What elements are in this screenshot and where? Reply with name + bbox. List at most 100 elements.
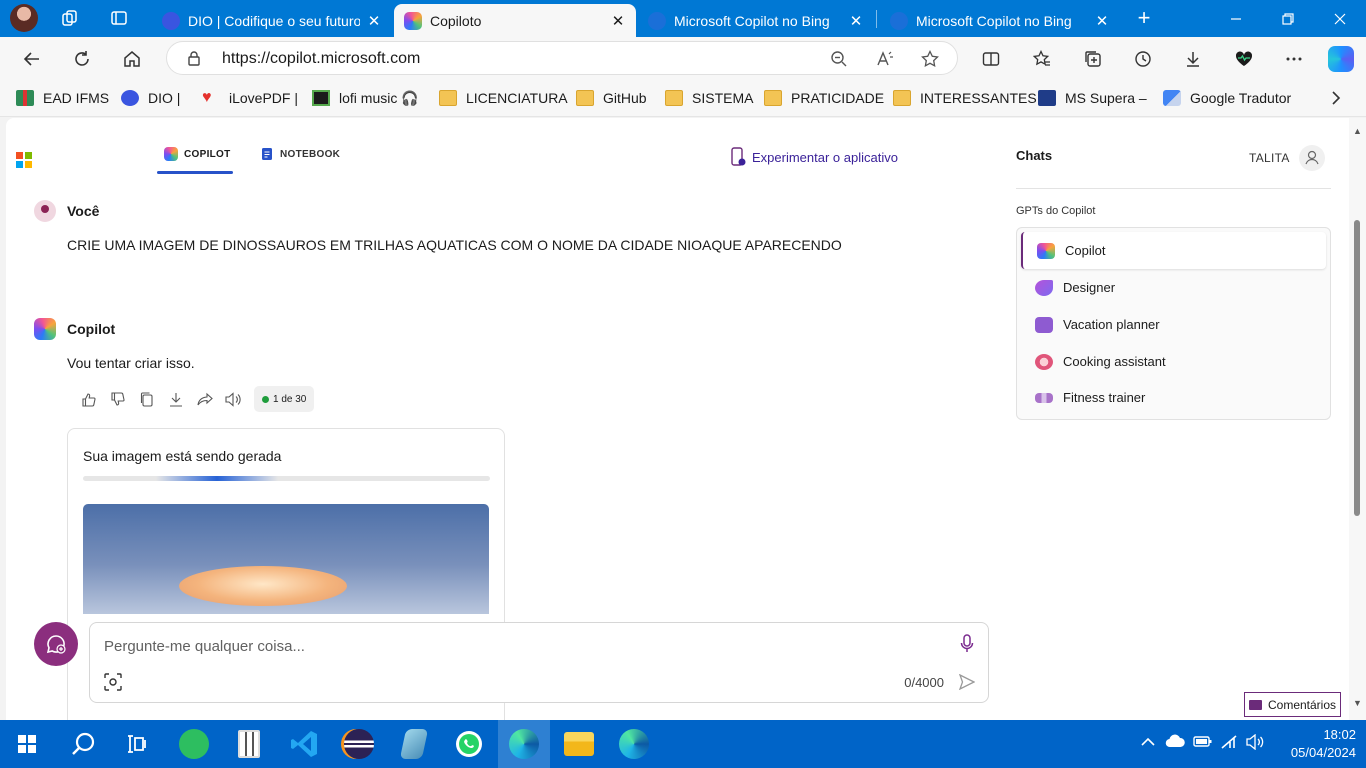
taskbar-app-notes[interactable] (388, 720, 440, 768)
back-button[interactable] (17, 45, 47, 73)
onedrive-cloud-icon[interactable] (1165, 734, 1185, 751)
battery-icon[interactable] (1193, 734, 1213, 751)
vertical-tabs-icon[interactable] (109, 8, 129, 28)
workspaces-icon[interactable] (60, 8, 80, 28)
search-button[interactable] (57, 720, 109, 768)
taskbar-app-edge-profile[interactable] (498, 720, 550, 768)
tab-copilot-bing-2[interactable]: Microsoft Copilot no Bing ✕ (880, 4, 1120, 37)
signed-in-user-name[interactable]: TALITA (1249, 151, 1290, 165)
taskbar-app-calculator[interactable] (223, 720, 275, 768)
turn-counter-badge: 1 de 30 (254, 386, 315, 412)
tab-title: Copiloto (430, 12, 482, 29)
copilot-sidebar-button[interactable] (1326, 45, 1356, 73)
page-scrollbar[interactable]: ▲ ▼ (1349, 118, 1366, 720)
volume-icon[interactable] (1246, 733, 1266, 753)
wifi-icon[interactable] (1220, 734, 1238, 753)
taskbar-app-edge[interactable] (608, 720, 660, 768)
bookmark-dio[interactable]: DIO | (121, 88, 180, 108)
message-actions: 1 de 30 (74, 386, 315, 412)
notes-icon (399, 729, 429, 759)
taskbar-app-file-explorer[interactable] (553, 720, 605, 768)
thumbs-down-icon[interactable] (103, 386, 132, 412)
chat-input[interactable] (104, 634, 944, 658)
taskbar-app-evernote[interactable] (168, 720, 220, 768)
visual-search-icon[interactable] (104, 673, 122, 691)
taskbar-app-eclipse[interactable] (333, 720, 385, 768)
close-window-button[interactable] (1314, 0, 1366, 37)
microphone-icon[interactable] (958, 633, 976, 655)
gpt-label: Cooking assistant (1063, 354, 1166, 369)
task-view-button[interactable] (111, 720, 163, 768)
new-tab-button[interactable]: + (1134, 5, 1154, 30)
tab-copiloto[interactable]: Copiloto ✕ (394, 4, 636, 37)
bookmark-folder-licenciatura[interactable]: LICENCIATURA (439, 88, 568, 108)
bookmark-folder-interessantes[interactable]: INTERESSANTES (893, 88, 1037, 108)
scrollbar-thumb[interactable] (1354, 220, 1360, 516)
refresh-button[interactable] (67, 45, 97, 73)
tab-copilot-bing-1[interactable]: Microsoft Copilot no Bing ✕ (638, 4, 874, 37)
home-button[interactable] (117, 45, 147, 73)
tab-dio[interactable]: DIO | Codifique o seu futuro ✕ (152, 4, 392, 37)
settings-more-button[interactable] (1279, 45, 1309, 73)
thumbs-up-icon[interactable] (74, 386, 103, 412)
zoom-out-icon[interactable] (828, 48, 850, 70)
whatsapp-icon (456, 731, 482, 757)
bookmark-ms-supera[interactable]: MS Supera – (1038, 88, 1147, 108)
favorites-button[interactable] (1027, 45, 1057, 73)
gpt-label: Fitness trainer (1063, 390, 1146, 405)
minimize-button[interactable] (1210, 0, 1262, 37)
url-text[interactable]: https://copilot.microsoft.com (222, 50, 420, 68)
bookmark-lofi-music[interactable]: lofi music 🎧 (312, 88, 419, 108)
show-hidden-icons-chevron-icon[interactable] (1141, 734, 1155, 750)
bookmark-ead-ifms[interactable]: EAD IFMS (16, 88, 109, 108)
chat-input-box: 0/4000 (89, 622, 989, 703)
bookmark-folder-github[interactable]: GitHub (576, 88, 647, 108)
comment-icon (1248, 699, 1262, 710)
taskbar-app-vscode[interactable] (278, 720, 330, 768)
restore-button[interactable] (1262, 0, 1314, 37)
send-icon[interactable] (958, 673, 976, 691)
tab-copilot[interactable]: COPILOT (164, 147, 231, 161)
copy-icon[interactable] (132, 386, 161, 412)
start-button[interactable] (1, 720, 53, 768)
lock-icon[interactable] (187, 50, 201, 66)
scroll-down-arrow-icon[interactable]: ▼ (1352, 698, 1363, 708)
close-tab-icon[interactable]: ✕ (848, 12, 864, 30)
new-topic-button[interactable] (34, 622, 78, 666)
gpt-item-fitness-trainer[interactable]: Fitness trainer (1021, 379, 1326, 416)
close-tab-icon[interactable]: ✕ (366, 12, 382, 30)
gpt-item-designer[interactable]: Designer (1021, 269, 1326, 306)
gpt-item-vacation-planner[interactable]: Vacation planner (1021, 306, 1326, 343)
favorite-star-icon[interactable] (919, 48, 941, 70)
history-button[interactable] (1128, 45, 1158, 73)
browser-essentials-button[interactable] (1229, 45, 1259, 73)
share-icon[interactable] (190, 386, 219, 412)
feedback-button[interactable]: Comentários (1244, 692, 1341, 717)
bookmark-folder-sistema[interactable]: SISTEMA (665, 88, 753, 108)
microsoft-logo-icon[interactable] (16, 152, 32, 168)
gpts-list: Copilot Designer Vacation planner Cookin… (1016, 227, 1331, 420)
read-aloud-speaker-icon[interactable] (219, 386, 248, 412)
user-avatar-icon (34, 200, 56, 222)
tab-notebook[interactable]: NOTEBOOK (261, 147, 340, 161)
try-app-link[interactable]: Experimentar o aplicativo (730, 147, 898, 167)
close-tab-icon[interactable]: ✕ (610, 12, 626, 30)
bookmark-ilovepdf[interactable]: ♥ iLovePDF | (202, 88, 298, 108)
address-bar[interactable]: https://copilot.microsoft.com (166, 41, 958, 75)
export-download-icon[interactable] (161, 386, 190, 412)
split-screen-button[interactable] (976, 45, 1006, 73)
bookmark-folder-praticidade[interactable]: PRATICIDADE (764, 88, 884, 108)
gpt-item-cooking-assistant[interactable]: Cooking assistant (1021, 343, 1326, 380)
close-tab-icon[interactable]: ✕ (1094, 12, 1110, 30)
profile-avatar[interactable] (10, 4, 38, 32)
collections-button[interactable] (1078, 45, 1108, 73)
downloads-button[interactable] (1178, 45, 1208, 73)
taskbar-app-whatsapp[interactable] (443, 720, 495, 768)
gpt-item-copilot[interactable]: Copilot (1021, 232, 1326, 269)
bookmarks-overflow-chevron-icon[interactable] (1330, 88, 1342, 108)
read-aloud-icon[interactable] (874, 48, 896, 70)
scroll-up-arrow-icon[interactable]: ▲ (1352, 126, 1363, 136)
user-profile-icon[interactable] (1299, 145, 1325, 171)
taskbar-clock[interactable]: 18:02 05/04/2024 (1272, 726, 1356, 762)
bookmark-google-tradutor[interactable]: Google Tradutor (1163, 88, 1291, 108)
